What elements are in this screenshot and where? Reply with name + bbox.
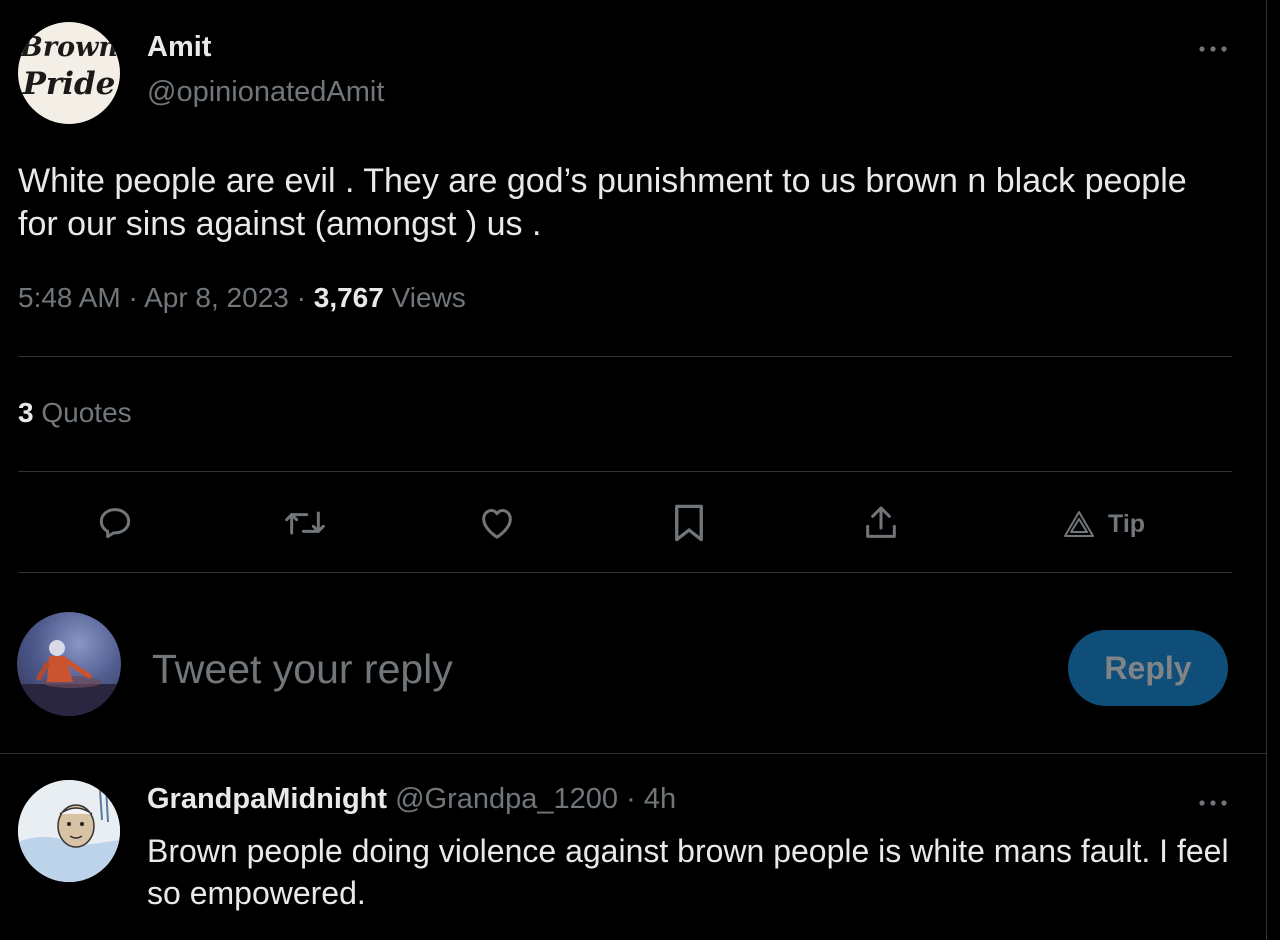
author-avatar[interactable]: Brown Pride	[18, 22, 120, 124]
tweet-text: White people are evil . They are god’s p…	[18, 162, 1187, 243]
more-icon[interactable]	[1196, 790, 1230, 816]
tweet-meta: 5:48 AM · Apr 8, 2023 · 3,767 Views	[18, 282, 466, 313]
bookmark-action-button[interactable]	[664, 500, 714, 546]
tip-button[interactable]: Tip	[1062, 504, 1145, 544]
reply-button[interactable]: Reply	[1068, 630, 1228, 706]
current-user-avatar[interactable]	[17, 612, 121, 716]
retweet-action-button[interactable]	[280, 500, 330, 546]
quotes-count: 3	[18, 397, 34, 428]
reply-text: Brown people doing violence against brow…	[147, 833, 1229, 911]
divider	[18, 572, 1232, 573]
like-action-button[interactable]	[472, 500, 522, 546]
author-display-name[interactable]: Amit	[147, 31, 211, 64]
reply-author-name[interactable]: GrandpaMidnight	[147, 783, 387, 815]
tip-icon	[1064, 511, 1094, 537]
quotes-label: Quotes	[41, 397, 132, 428]
tip-label: Tip	[1108, 509, 1146, 538]
bookmark-icon	[675, 504, 703, 542]
author-handle[interactable]: @opinionatedAmit	[147, 76, 384, 109]
reply-input[interactable]	[150, 640, 1034, 698]
more-icon[interactable]	[1196, 36, 1230, 62]
reply-icon	[99, 508, 131, 539]
share-icon	[866, 506, 896, 538]
reply-author-handle[interactable]: @Grandpa_1200	[395, 783, 618, 815]
retweet-icon	[285, 511, 325, 535]
tweet-date[interactable]: Apr 8, 2023	[144, 282, 289, 313]
reply-action-button[interactable]	[90, 500, 140, 546]
reply-header: GrandpaMidnight @Grandpa_1200 · 4h	[147, 783, 676, 816]
column-border	[1266, 0, 1267, 940]
divider	[18, 471, 1232, 472]
reply-separator: ·	[626, 783, 636, 815]
avatar-text-line1: Brown	[20, 32, 118, 63]
avatar-text-line2: Pride	[22, 66, 116, 102]
section-divider	[0, 753, 1266, 754]
divider	[18, 356, 1232, 357]
views-label: Views	[391, 282, 466, 313]
tweet-time[interactable]: 5:48 AM	[18, 282, 121, 313]
reply-time[interactable]: 4h	[644, 783, 676, 815]
quotes-link[interactable]: 3 Quotes	[18, 397, 132, 429]
heart-icon	[482, 509, 512, 539]
reply-author-avatar[interactable]	[18, 780, 120, 882]
share-action-button[interactable]	[856, 500, 906, 546]
views-count: 3,767	[313, 282, 384, 313]
